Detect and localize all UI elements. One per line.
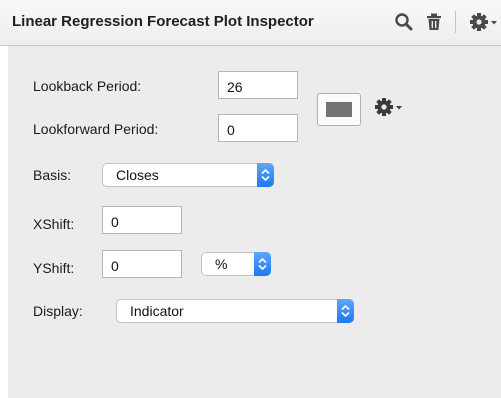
xshift-label: XShift: bbox=[33, 216, 75, 232]
display-select-value: Indicator bbox=[130, 303, 184, 319]
plot-color-swatch[interactable] bbox=[317, 93, 361, 126]
gear-dropdown-icon[interactable] bbox=[374, 96, 406, 118]
chevron-updown-icon bbox=[337, 299, 354, 323]
basis-select[interactable]: Closes bbox=[102, 163, 274, 187]
lookforward-period-input[interactable]: 0 bbox=[218, 114, 298, 142]
plot-color-fill bbox=[326, 102, 352, 117]
chevron-updown-icon bbox=[254, 252, 271, 276]
lookback-period-input[interactable]: 26 bbox=[218, 71, 298, 99]
basis-select-value: Closes bbox=[116, 167, 159, 183]
yshift-unit-value: % bbox=[215, 256, 228, 272]
gear-menu-icon[interactable] bbox=[469, 12, 501, 32]
chevron-updown-icon bbox=[257, 163, 274, 187]
lookback-period-label: Lookback Period: bbox=[33, 78, 142, 94]
display-select[interactable]: Indicator bbox=[116, 299, 354, 323]
yshift-label: YShift: bbox=[33, 260, 75, 276]
toolbar-separator bbox=[455, 11, 456, 33]
display-label: Display: bbox=[33, 303, 83, 319]
yshift-unit-select[interactable]: % bbox=[201, 252, 271, 276]
window-title: Linear Regression Forecast Plot Inspecto… bbox=[12, 13, 314, 30]
basis-label: Basis: bbox=[33, 167, 72, 183]
inspector-panel: Lookback Period: 26 Lookforward Period: … bbox=[8, 46, 501, 398]
lookforward-period-label: Lookforward Period: bbox=[33, 121, 159, 137]
search-icon[interactable] bbox=[394, 12, 414, 32]
title-bar: Linear Regression Forecast Plot Inspecto… bbox=[0, 0, 501, 46]
yshift-input[interactable]: 0 bbox=[102, 250, 182, 278]
xshift-input[interactable]: 0 bbox=[102, 206, 182, 234]
trash-icon[interactable] bbox=[424, 12, 444, 32]
